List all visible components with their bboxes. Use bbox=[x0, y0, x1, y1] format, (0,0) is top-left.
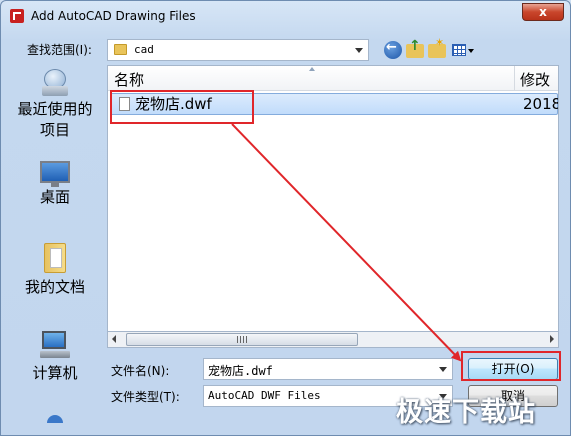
watermark-text: 极速下载站 bbox=[396, 397, 536, 428]
annotation-arrow bbox=[231, 123, 462, 362]
